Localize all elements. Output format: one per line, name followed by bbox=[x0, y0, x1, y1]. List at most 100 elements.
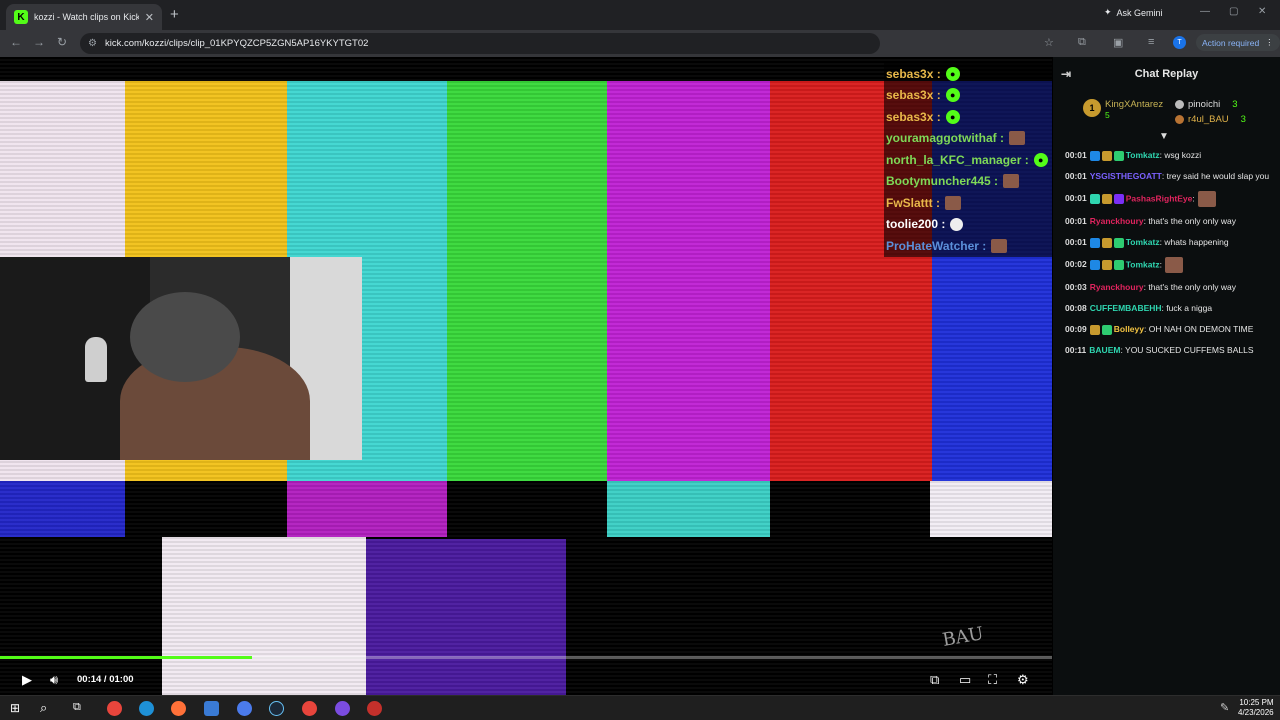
message-username[interactable]: Tomkatz bbox=[1126, 259, 1160, 269]
silver-medal-icon bbox=[1175, 100, 1184, 109]
extensions-icon[interactable]: ⧉ bbox=[1078, 36, 1086, 49]
video-player[interactable]: BAU sebas3x : ● sebas3x : ● sebas3x : ● youram… bbox=[0, 57, 1052, 695]
message-username[interactable]: Bolleyy bbox=[1114, 324, 1144, 334]
webcam-overlay bbox=[0, 257, 362, 460]
obs-icon[interactable] bbox=[367, 701, 382, 716]
message-timestamp[interactable]: 00:02 bbox=[1065, 259, 1087, 269]
leader-first[interactable]: 1 KingXAntarez 5 bbox=[1083, 99, 1163, 120]
gemini-icon: ✦ bbox=[1104, 7, 1112, 17]
message-timestamp[interactable]: 00:01 bbox=[1065, 216, 1087, 226]
minimize-icon[interactable]: — bbox=[1200, 6, 1210, 17]
message-text: : bbox=[1159, 259, 1162, 270]
steam-icon[interactable] bbox=[269, 701, 284, 716]
system-clock[interactable]: 10:25 PM 4/23/2026 bbox=[1238, 698, 1274, 718]
chat-title: Chat Replay bbox=[1134, 68, 1199, 80]
message-username[interactable]: CUFFEMBABEHH bbox=[1090, 303, 1162, 313]
browser-tab-bar: K kozzi - Watch clips on Kick ✕ + ✦ Ask … bbox=[0, 0, 1280, 30]
maximize-icon[interactable]: ▢ bbox=[1229, 6, 1238, 17]
chat-message: 00:01 Ryanckhoury: that's the only only w… bbox=[1065, 215, 1273, 228]
overlay-chat-user: youramaggotwithaf : bbox=[886, 131, 1005, 146]
kick-emote-icon: ● bbox=[945, 66, 960, 81]
chat-message: 00:01 YSGISTHEGOATT: trey said he would s… bbox=[1065, 170, 1273, 183]
message-timestamp[interactable]: 00:01 bbox=[1065, 150, 1087, 160]
leader-row[interactable]: r4ul_BAU 3 bbox=[1175, 114, 1246, 125]
leader-name: r4ul_BAU bbox=[1188, 114, 1229, 125]
image-emote-icon bbox=[1197, 191, 1216, 207]
address-bar[interactable]: ⚙ kick.com/kozzi/clips/clip_01KPYQZCP5ZG… bbox=[80, 33, 880, 54]
side-panel-icon[interactable]: ▣ bbox=[1113, 36, 1123, 49]
volume-icon[interactable]: 🔊︎ bbox=[50, 672, 58, 688]
chrome-icon[interactable] bbox=[107, 701, 122, 716]
message-username[interactable]: Tomkatz bbox=[1126, 237, 1160, 247]
tab-title: kozzi - Watch clips on Kick bbox=[34, 12, 139, 22]
fullscreen-icon[interactable]: ⛶ bbox=[988, 672, 997, 688]
chat-badge-icon bbox=[1101, 260, 1112, 270]
profile-avatar[interactable]: T bbox=[1173, 36, 1186, 49]
theater-mode-icon[interactable]: ▭ bbox=[959, 672, 971, 688]
image-emote-icon bbox=[1164, 257, 1183, 273]
message-text: : wsg kozzi bbox=[1159, 150, 1202, 160]
close-tab-icon[interactable]: ✕ bbox=[145, 11, 154, 24]
message-username[interactable]: YSGISTHEGOATT bbox=[1090, 171, 1162, 181]
leader-row[interactable]: pinoichi 3 bbox=[1175, 99, 1246, 110]
message-timestamp[interactable]: 00:01 bbox=[1065, 171, 1087, 181]
windows-start-icon[interactable]: ⊞ bbox=[10, 701, 20, 715]
settings-icon[interactable]: ⚙ bbox=[1017, 672, 1029, 688]
leader-count: 3 bbox=[1232, 99, 1238, 110]
message-username[interactable]: PashasRightEye bbox=[1126, 193, 1193, 203]
site-info-icon[interactable]: ⚙ bbox=[88, 38, 97, 49]
progress-fill bbox=[0, 656, 253, 659]
message-text: : whats happening bbox=[1159, 237, 1229, 247]
chat-message: 00:09 Bolleyy: OH NAH ON DEMON TIME bbox=[1065, 323, 1273, 336]
message-text: : YOU SUCKED CUFFEMS BALLS bbox=[1120, 345, 1254, 355]
message-username[interactable]: Tomkatz bbox=[1126, 150, 1160, 160]
message-timestamp[interactable]: 00:08 bbox=[1065, 303, 1087, 313]
picture-in-picture-icon[interactable]: ⧉ bbox=[930, 672, 939, 688]
message-username[interactable]: Ryanckhoury bbox=[1090, 282, 1144, 292]
media-icon[interactable]: ≡ bbox=[1148, 36, 1154, 48]
ask-gemini-button[interactable]: ✦ Ask Gemini bbox=[1104, 7, 1163, 18]
bookmark-star-icon[interactable]: ☆ bbox=[1044, 36, 1054, 49]
chrome-profile-icon[interactable] bbox=[302, 701, 317, 716]
expand-leaderboard-icon[interactable]: ▼ bbox=[1159, 131, 1169, 142]
kebab-menu-icon[interactable]: ⋮ bbox=[1265, 37, 1274, 48]
message-timestamp[interactable]: 00:03 bbox=[1065, 282, 1087, 292]
back-icon[interactable]: ← bbox=[10, 35, 22, 49]
gift-leaderboard: 1 KingXAntarez 5 pinoichi 3 r4ul_BAU 3 ▼ bbox=[1053, 91, 1280, 143]
app-icon[interactable] bbox=[237, 701, 252, 716]
overlay-chat-user: north_la_KFC_manager : bbox=[886, 152, 1029, 167]
message-text: : bbox=[1192, 193, 1195, 204]
collapse-chat-icon[interactable]: ⇥ bbox=[1061, 67, 1071, 81]
image-emote-icon bbox=[945, 195, 961, 210]
reload-icon[interactable]: ↻ bbox=[57, 35, 67, 49]
chat-header: ⇥ Chat Replay bbox=[1053, 57, 1280, 91]
search-icon[interactable]: ⌕ bbox=[40, 700, 47, 716]
firefox-icon[interactable] bbox=[171, 701, 186, 716]
discord-icon[interactable] bbox=[335, 701, 350, 716]
mail-icon[interactable] bbox=[204, 701, 219, 716]
pen-icon[interactable]: ✎ bbox=[1220, 701, 1229, 714]
forward-icon[interactable]: → bbox=[33, 35, 45, 49]
action-required-button[interactable]: Action required ⋮ bbox=[1196, 34, 1280, 51]
new-tab-icon[interactable]: + bbox=[170, 6, 179, 23]
message-text: : that's the only only way bbox=[1143, 216, 1236, 226]
edge-icon[interactable] bbox=[139, 701, 154, 716]
overlay-chat-user: Bootymuncher445 : bbox=[886, 174, 999, 189]
browser-tab[interactable]: K kozzi - Watch clips on Kick ✕ bbox=[6, 4, 162, 30]
message-timestamp[interactable]: 00:01 bbox=[1065, 237, 1087, 247]
chat-message: 00:11 BAUEM: YOU SUCKED CUFFEMS BALLS bbox=[1065, 344, 1273, 357]
overlay-chat-line: ProHateWatcher : bbox=[884, 235, 1052, 257]
message-username[interactable]: Ryanckhoury bbox=[1090, 216, 1144, 226]
overlay-chat-line: youramaggotwithaf : bbox=[884, 128, 1052, 150]
message-timestamp[interactable]: 00:11 bbox=[1065, 345, 1086, 355]
overlay-chat-user: toolie200 : bbox=[886, 217, 946, 232]
message-timestamp[interactable]: 00:01 bbox=[1065, 193, 1087, 203]
progress-bar[interactable] bbox=[0, 656, 1052, 659]
message-timestamp[interactable]: 00:09 bbox=[1065, 324, 1087, 334]
play-icon[interactable]: ▶ bbox=[22, 672, 32, 688]
message-username[interactable]: BAUEM bbox=[1089, 345, 1120, 355]
message-text: : OH NAH ON DEMON TIME bbox=[1144, 324, 1254, 334]
image-emote-icon bbox=[1003, 174, 1020, 189]
task-view-icon[interactable]: ⧉ bbox=[73, 701, 81, 714]
close-window-icon[interactable]: ✕ bbox=[1258, 6, 1266, 17]
